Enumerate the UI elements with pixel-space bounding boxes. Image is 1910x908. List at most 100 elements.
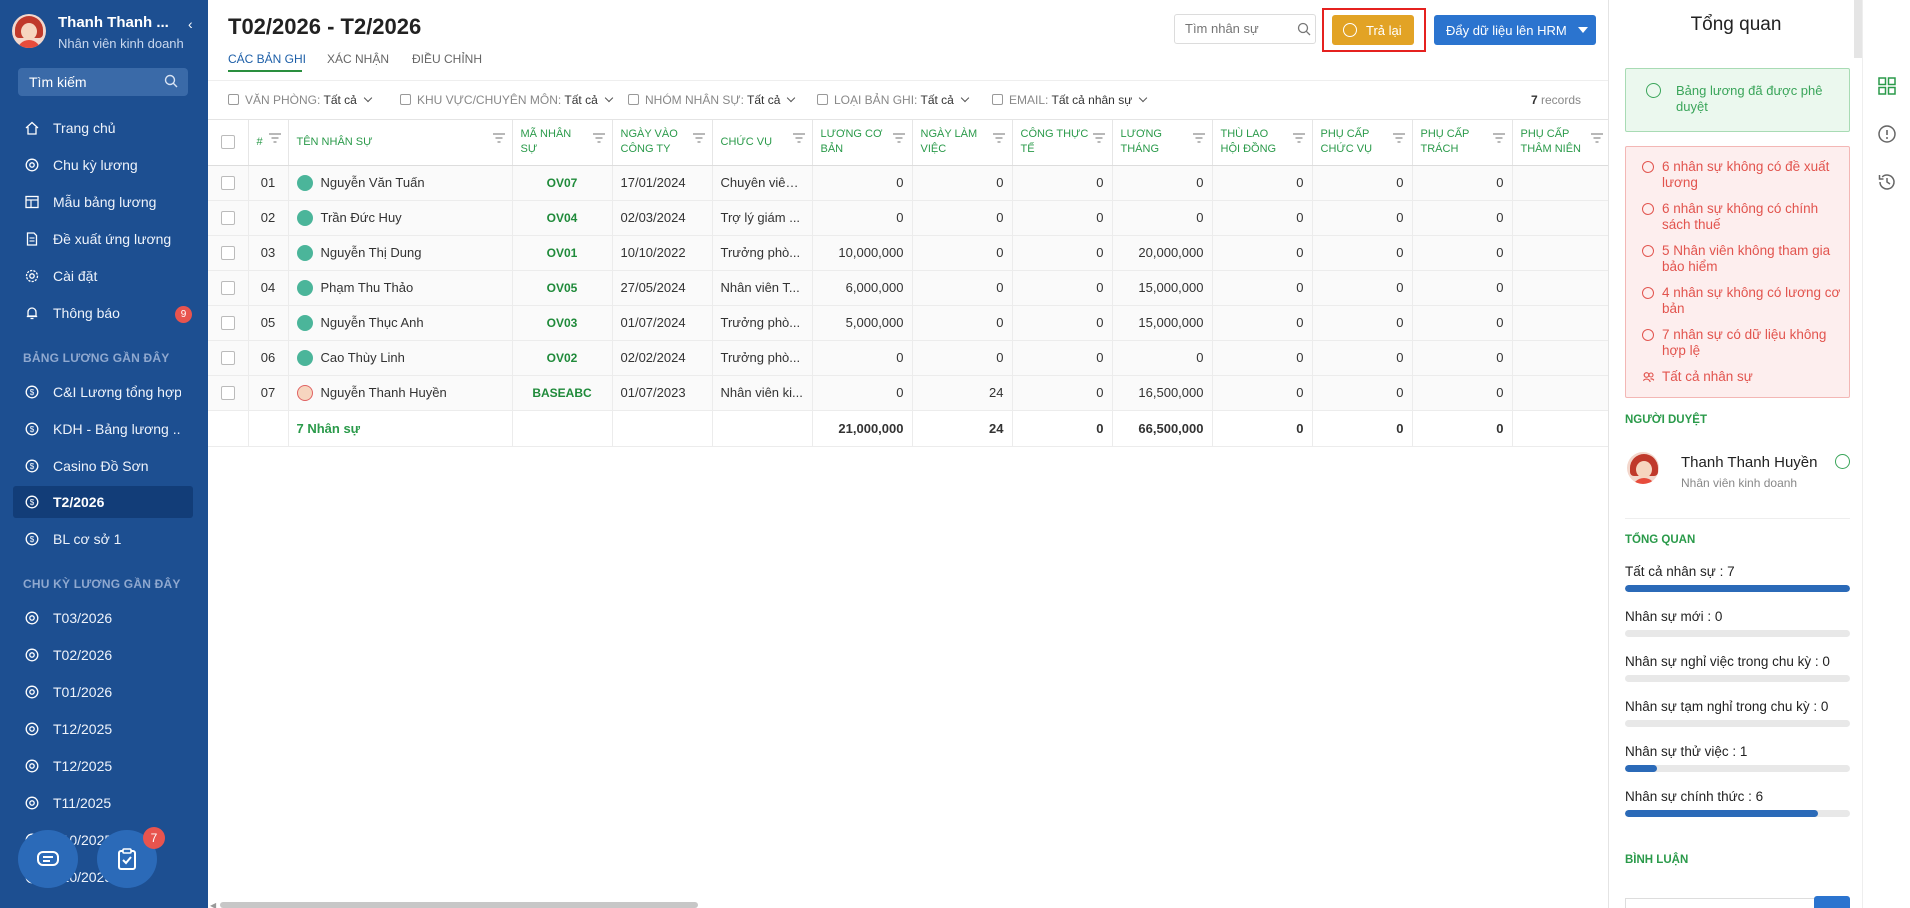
select-all-cell[interactable] [208,120,249,166]
staff-search-input[interactable] [1185,21,1295,36]
row-select-cell[interactable] [208,200,249,236]
warning-item[interactable]: 6 nhân sự không có chính sách thuế [1642,201,1842,233]
cell-pos-allow[interactable]: 0 [1312,305,1413,341]
filter-lines-icon[interactable] [692,132,706,144]
cell-resp-allow[interactable]: 0 [1412,200,1513,236]
cell-base[interactable]: 10,000,000 [812,235,913,271]
table-row[interactable]: 04 Phạm Thu Thảo OV05 27/05/2024 Nhân viên T… [208,270,1639,306]
table-row[interactable]: 01 Nguyễn Văn Tuấn OV07 17/01/2024 Chuyên vi… [208,165,1639,201]
col-header[interactable]: CÔNG THỰC TẾ [1012,120,1113,166]
collapse-sidebar-icon[interactable]: ‹ [188,16,193,32]
row-checkbox[interactable] [220,246,235,261]
filter-lines-icon[interactable] [1590,132,1604,144]
panel-scrollbar[interactable] [1854,0,1862,58]
row-checkbox[interactable] [220,281,235,296]
filter-lines-icon[interactable] [992,132,1006,144]
sidebar-item-cycle[interactable]: T02/2026 [13,639,193,671]
history-icon[interactable] [1877,172,1897,192]
cell-board[interactable]: 0 [1212,340,1313,376]
filter-lines-icon[interactable] [1492,132,1506,144]
filter-lines-icon[interactable] [792,132,806,144]
filter-lines-icon[interactable] [1192,132,1206,144]
tab-adjust[interactable]: ĐIỀU CHỈNH [412,52,482,66]
row-select-cell[interactable] [208,305,249,341]
sidebar-item-cycle[interactable]: T11/2025 [13,787,193,819]
staff-name-cell[interactable]: Trần Đức Huy [288,200,513,236]
send-comment-button[interactable] [1814,896,1850,908]
filter-lines-icon[interactable] [592,132,606,144]
cell-base[interactable]: 6,000,000 [812,270,913,306]
table-row[interactable]: 07 Nguyễn Thanh Huyền BASEABC 01/07/2023 Nhâ… [208,375,1639,411]
select-all-checkbox[interactable] [220,134,235,149]
staff-name-cell[interactable]: Cao Thùy Linh [288,340,513,376]
sidebar-item-cycle[interactable]: T03/2026 [13,602,193,634]
sidebar-item-payroll-active[interactable]: $ T2/2026 [13,486,193,518]
tab-records[interactable]: CÁC BẢN GHI [228,52,306,66]
cell-actual[interactable]: 0 [1012,270,1113,306]
cell-pos-allow[interactable]: 0 [1312,200,1413,236]
staff-code[interactable]: OV01 [512,235,613,271]
staff-code[interactable]: OV02 [512,340,613,376]
filter-lines-icon[interactable] [1292,132,1306,144]
cell-actual[interactable]: 0 [1012,375,1113,411]
filter-lines-icon[interactable] [892,132,906,144]
sidebar-item-notifications[interactable]: Thông báo 9 [13,297,193,329]
row-checkbox[interactable] [220,316,235,331]
filter-region[interactable]: KHU VỰC/CHUYÊN MÔN: Tất cả [400,93,613,107]
row-select-cell[interactable] [208,375,249,411]
cell-base[interactable]: 0 [812,375,913,411]
row-select-cell[interactable] [208,270,249,306]
cell-pos-allow[interactable]: 0 [1312,340,1413,376]
user-profile[interactable]: Thanh Thanh ... Nhân viên kinh doanh ‹ [12,12,202,52]
push-to-hrm-button[interactable]: Đẩy dữ liệu lên HRM [1434,15,1596,45]
cell-days[interactable]: 0 [912,200,1013,236]
sidebar-item-payroll[interactable]: $ BL cơ sở 1 [13,523,193,555]
col-header[interactable]: PHỤ CẤP TRÁCH [1412,120,1513,166]
cell-base[interactable]: 0 [812,340,913,376]
table-row[interactable]: 02 Trần Đức Huy OV04 02/03/2024 Trợ lý giám … [208,200,1639,236]
col-header[interactable]: MÃ NHÂN SỰ [512,120,613,166]
staff-name-cell[interactable]: Phạm Thu Thảo [288,270,513,306]
filter-group[interactable]: NHÓM NHÂN SỰ: Tất cả [628,93,796,107]
sidebar-item-payroll[interactable]: $ C&I Lương tổng hợp [13,376,193,408]
all-staff-link[interactable]: Tất cả nhân sự [1642,369,1842,385]
cell-actual[interactable]: 0 [1012,305,1113,341]
staff-search[interactable] [1174,14,1316,44]
col-header[interactable]: # [248,120,289,166]
return-button[interactable]: Trả lại [1332,15,1414,45]
cell-board[interactable]: 0 [1212,305,1313,341]
staff-name-cell[interactable]: Nguyễn Thanh Huyền [288,375,513,411]
cell-board[interactable]: 0 [1212,375,1313,411]
cell-days[interactable]: 24 [912,375,1013,411]
row-checkbox[interactable] [220,211,235,226]
cell-monthly[interactable]: 0 [1112,340,1213,376]
staff-code[interactable]: OV04 [512,200,613,236]
cell-pos-allow[interactable]: 0 [1312,235,1413,271]
cell-resp-allow[interactable]: 0 [1412,375,1513,411]
cell-days[interactable]: 0 [912,165,1013,201]
filter-office[interactable]: VĂN PHÒNG: Tất cả [228,93,373,107]
cell-actual[interactable]: 0 [1012,165,1113,201]
cell-monthly[interactable]: 0 [1112,200,1213,236]
tab-confirm[interactable]: XÁC NHẬN [327,52,389,66]
sidebar-item-cycle[interactable]: T01/2026 [13,676,193,708]
cell-actual[interactable]: 0 [1012,340,1113,376]
chat-button[interactable] [18,830,78,888]
col-header[interactable]: TÊN NHÂN SỰ [288,120,513,166]
staff-name-cell[interactable]: Nguyễn Văn Tuấn [288,165,513,201]
cell-board[interactable]: 0 [1212,200,1313,236]
sidebar-search[interactable]: Tìm kiếm [18,68,188,96]
sidebar-item-cycle[interactable]: T12/2025 [13,713,193,745]
staff-code[interactable]: OV03 [512,305,613,341]
cell-resp-allow[interactable]: 0 [1412,270,1513,306]
row-checkbox[interactable] [220,386,235,401]
cell-resp-allow[interactable]: 0 [1412,305,1513,341]
staff-code[interactable]: OV07 [512,165,613,201]
cell-pos-allow[interactable]: 0 [1312,375,1413,411]
warning-item[interactable]: 4 nhân sự không có lương cơ bản [1642,285,1842,317]
warning-item[interactable]: 7 nhân sự có dữ liệu không hợp lệ [1642,327,1842,359]
cell-days[interactable]: 0 [912,305,1013,341]
warning-item[interactable]: 6 nhân sự không có đề xuất lương [1642,159,1842,191]
col-header[interactable]: LƯƠNG CƠ BẢN [812,120,913,166]
sidebar-item-cycle[interactable]: T12/2025 [13,750,193,782]
